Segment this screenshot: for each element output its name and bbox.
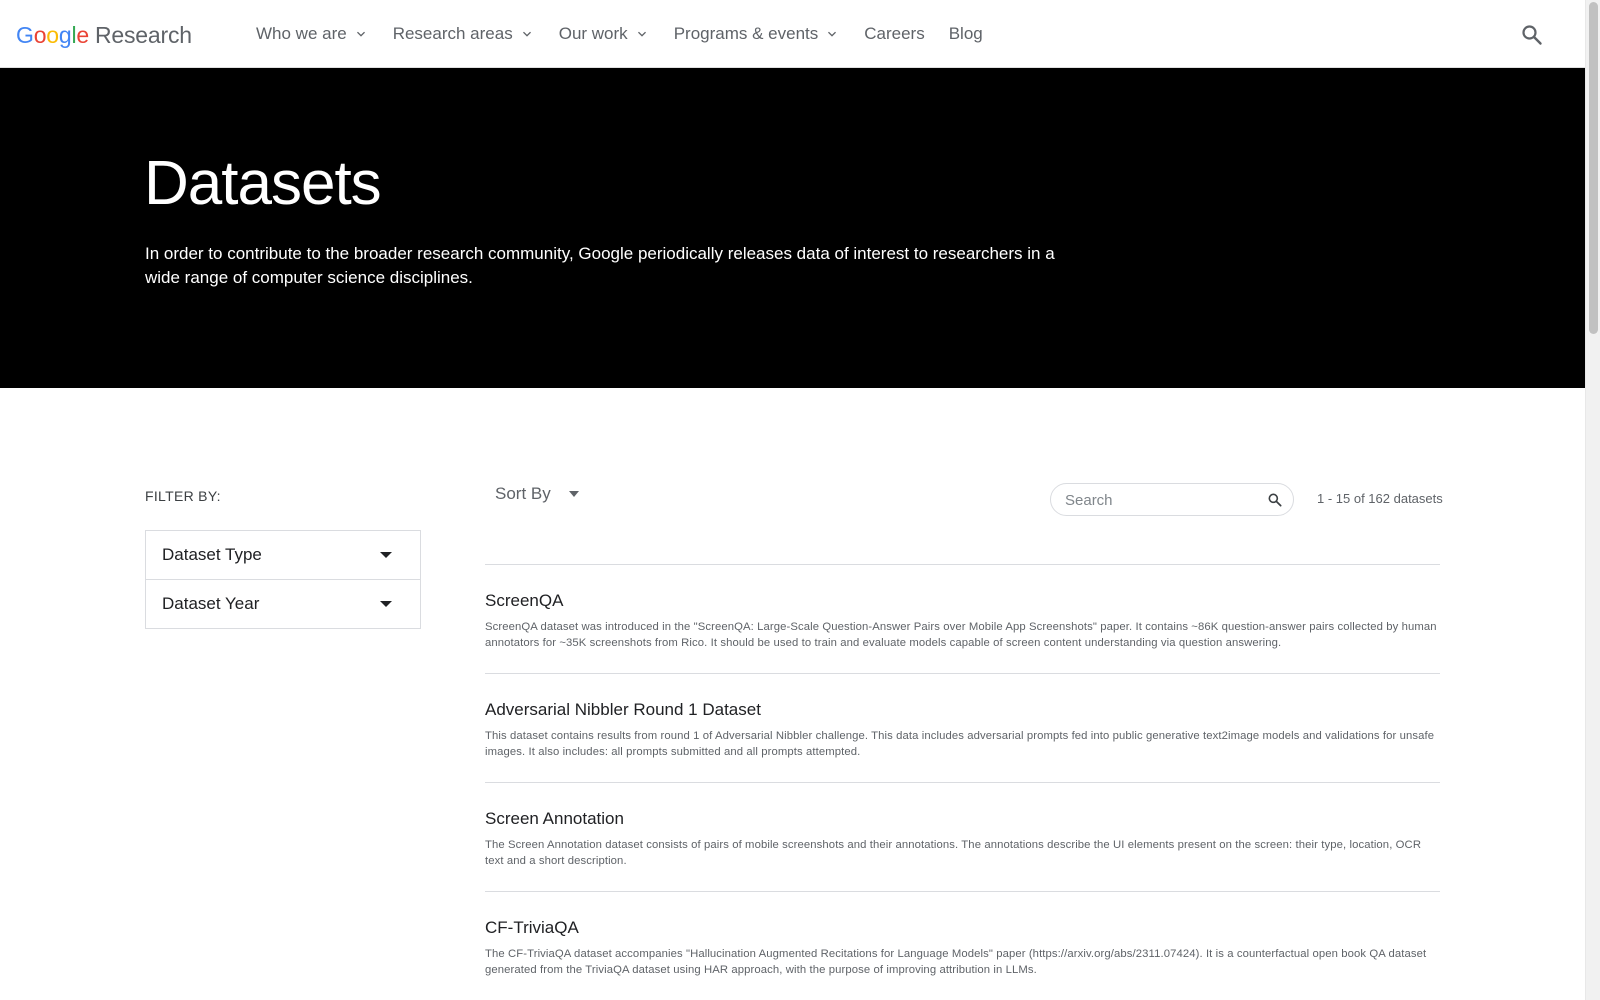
chevron-down-icon [637, 31, 646, 37]
dataset-title[interactable]: Adversarial Nibbler Round 1 Dataset [485, 700, 1440, 720]
chevron-down-icon [828, 31, 837, 37]
nav-label: Research areas [392, 24, 513, 43]
search-input[interactable] [1065, 490, 1255, 510]
page-title: Datasets [144, 149, 382, 218]
filter-label: Dataset Year [162, 594, 260, 613]
dataset-item[interactable]: CF-TriviaQA The CF-TriviaQA dataset acco… [485, 891, 1440, 1000]
nav-our-work[interactable]: Our work [559, 24, 650, 44]
dataset-item[interactable]: Screen Annotation The Screen Annotation … [485, 782, 1440, 891]
dataset-description: This dataset contains results from round… [485, 730, 1435, 758]
nav-blog[interactable]: Blog [949, 24, 983, 44]
search-icon[interactable] [1520, 23, 1544, 47]
dataset-list: ScreenQA ScreenQA dataset was introduced… [485, 564, 1440, 1000]
filter-label: Dataset Type [162, 545, 262, 564]
filter-dataset-year[interactable]: Dataset Year [145, 579, 421, 629]
nav-label: Careers [864, 24, 925, 43]
nav-research-areas[interactable]: Research areas [393, 24, 535, 44]
dataset-description: ScreenQA dataset was introduced in the "… [485, 621, 1437, 649]
caret-down-icon [380, 552, 392, 558]
hero-banner: Datasets In order to contribute to the b… [0, 68, 1585, 388]
sort-by-label: Sort By [495, 484, 551, 503]
google-research-logo[interactable]: Google Research [16, 22, 192, 49]
nav-who-we-are[interactable]: Who we are [256, 24, 369, 44]
filter-by-label: FILTER BY: [145, 488, 221, 504]
nav-label: Programs & events [673, 24, 819, 43]
logo-letter: g [58, 22, 72, 48]
nav-label: Our work [558, 24, 628, 43]
search-icon[interactable] [1267, 492, 1283, 508]
dataset-item[interactable]: Adversarial Nibbler Round 1 Dataset This… [485, 673, 1440, 782]
dataset-title[interactable]: ScreenQA [485, 591, 1440, 611]
filter-dataset-type[interactable]: Dataset Type [145, 530, 421, 580]
caret-down-icon [380, 601, 392, 607]
top-navigation-bar: Google Research Who we are Research areas… [0, 0, 1585, 68]
logo-letter: o [33, 22, 47, 48]
result-count: 1 - 15 of 162 datasets [1317, 491, 1443, 506]
caret-down-icon [568, 491, 579, 497]
chevron-down-icon [522, 31, 531, 37]
page-scrollbar[interactable] [1585, 0, 1600, 1000]
dataset-description: The Screen Annotation dataset consists o… [485, 839, 1422, 867]
main-nav: Who we are Research areas Our work Progr… [256, 0, 1007, 68]
logo-letter: o [46, 22, 59, 48]
logo-research-text: Research [95, 22, 192, 48]
nav-label: Who we are [256, 24, 347, 43]
chevron-down-icon [356, 31, 365, 37]
page-description: In order to contribute to the broader re… [145, 244, 1055, 287]
dataset-search [1050, 483, 1294, 516]
dataset-item[interactable]: ScreenQA ScreenQA dataset was introduced… [485, 564, 1440, 673]
dataset-title[interactable]: Screen Annotation [485, 809, 1440, 829]
nav-careers[interactable]: Careers [864, 24, 924, 44]
sort-by-dropdown[interactable]: Sort By [495, 484, 579, 504]
dataset-description: The CF-TriviaQA dataset accompanies "Hal… [485, 948, 1427, 976]
logo-letter: G [16, 22, 34, 48]
logo-letter: e [76, 22, 89, 48]
scrollbar-thumb[interactable] [1589, 2, 1598, 334]
nav-label: Blog [948, 24, 983, 43]
dataset-title[interactable]: CF-TriviaQA [485, 918, 1440, 938]
nav-programs-events[interactable]: Programs & events [674, 24, 841, 44]
